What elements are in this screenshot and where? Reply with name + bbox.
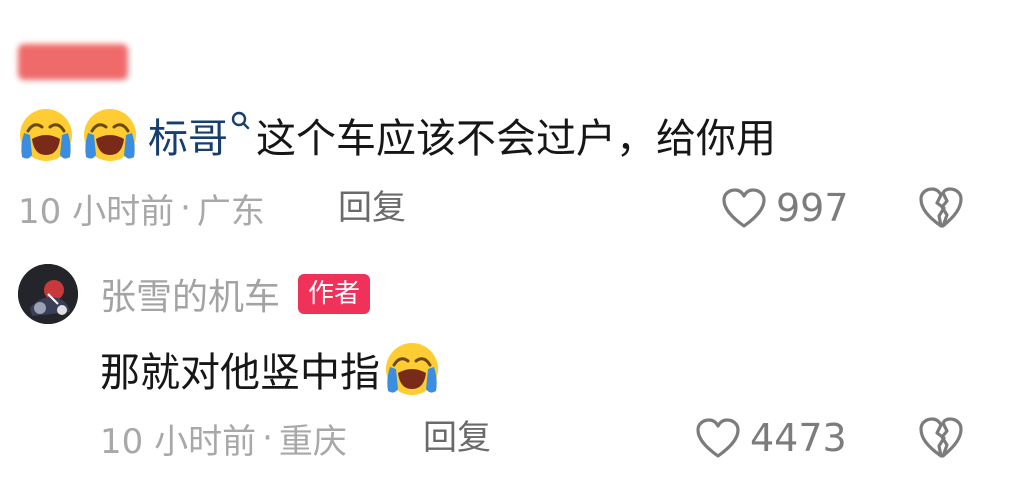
comment-body: 那就对他竖中指 xyxy=(100,350,380,396)
avatar[interactable] xyxy=(18,264,78,324)
comment-time: 10 小时前 xyxy=(18,191,175,232)
comment-location: 广东 xyxy=(196,191,265,232)
author-badge: 作者 xyxy=(298,274,371,314)
broken-heart-icon[interactable] xyxy=(916,184,966,230)
comment-1-meta: 10 小时前 · 广东 xyxy=(18,184,265,232)
like-count: 997 xyxy=(776,186,849,230)
like-count: 4473 xyxy=(750,416,847,460)
mention-link[interactable]: 标哥 xyxy=(148,106,256,164)
search-icon xyxy=(230,110,250,136)
loudly-crying-face-icon xyxy=(18,107,74,163)
mention-name[interactable]: 标哥 xyxy=(148,106,228,164)
comment-body: 这个车应该不会过户，给你用 xyxy=(256,116,776,162)
redacted-username xyxy=(18,44,128,80)
author-row: 张雪的机车 作者 xyxy=(100,268,371,320)
reply-button[interactable]: 回复 xyxy=(423,414,491,462)
heart-icon[interactable] xyxy=(720,186,768,230)
meta-separator: · xyxy=(180,188,191,228)
comment-time: 10 小时前 xyxy=(100,421,257,462)
heart-icon[interactable] xyxy=(694,416,742,460)
reply-button[interactable]: 回复 xyxy=(338,184,406,232)
meta-separator: · xyxy=(262,418,273,458)
like-button[interactable]: 997 xyxy=(720,182,849,234)
loudly-crying-face-icon xyxy=(384,341,440,397)
comment-2-text-row: 那就对他竖中指 xyxy=(100,336,448,402)
comment-2-meta: 10 小时前 · 重庆 xyxy=(100,414,347,462)
like-button[interactable]: 4473 xyxy=(694,412,847,464)
loudly-crying-face-icon xyxy=(82,107,138,163)
comment-location: 重庆 xyxy=(278,421,347,462)
author-username[interactable]: 张雪的机车 xyxy=(100,268,280,320)
comment-1-text-row: 标哥 这个车应该不会过户，给你用 xyxy=(18,102,776,168)
broken-heart-icon[interactable] xyxy=(916,414,966,460)
